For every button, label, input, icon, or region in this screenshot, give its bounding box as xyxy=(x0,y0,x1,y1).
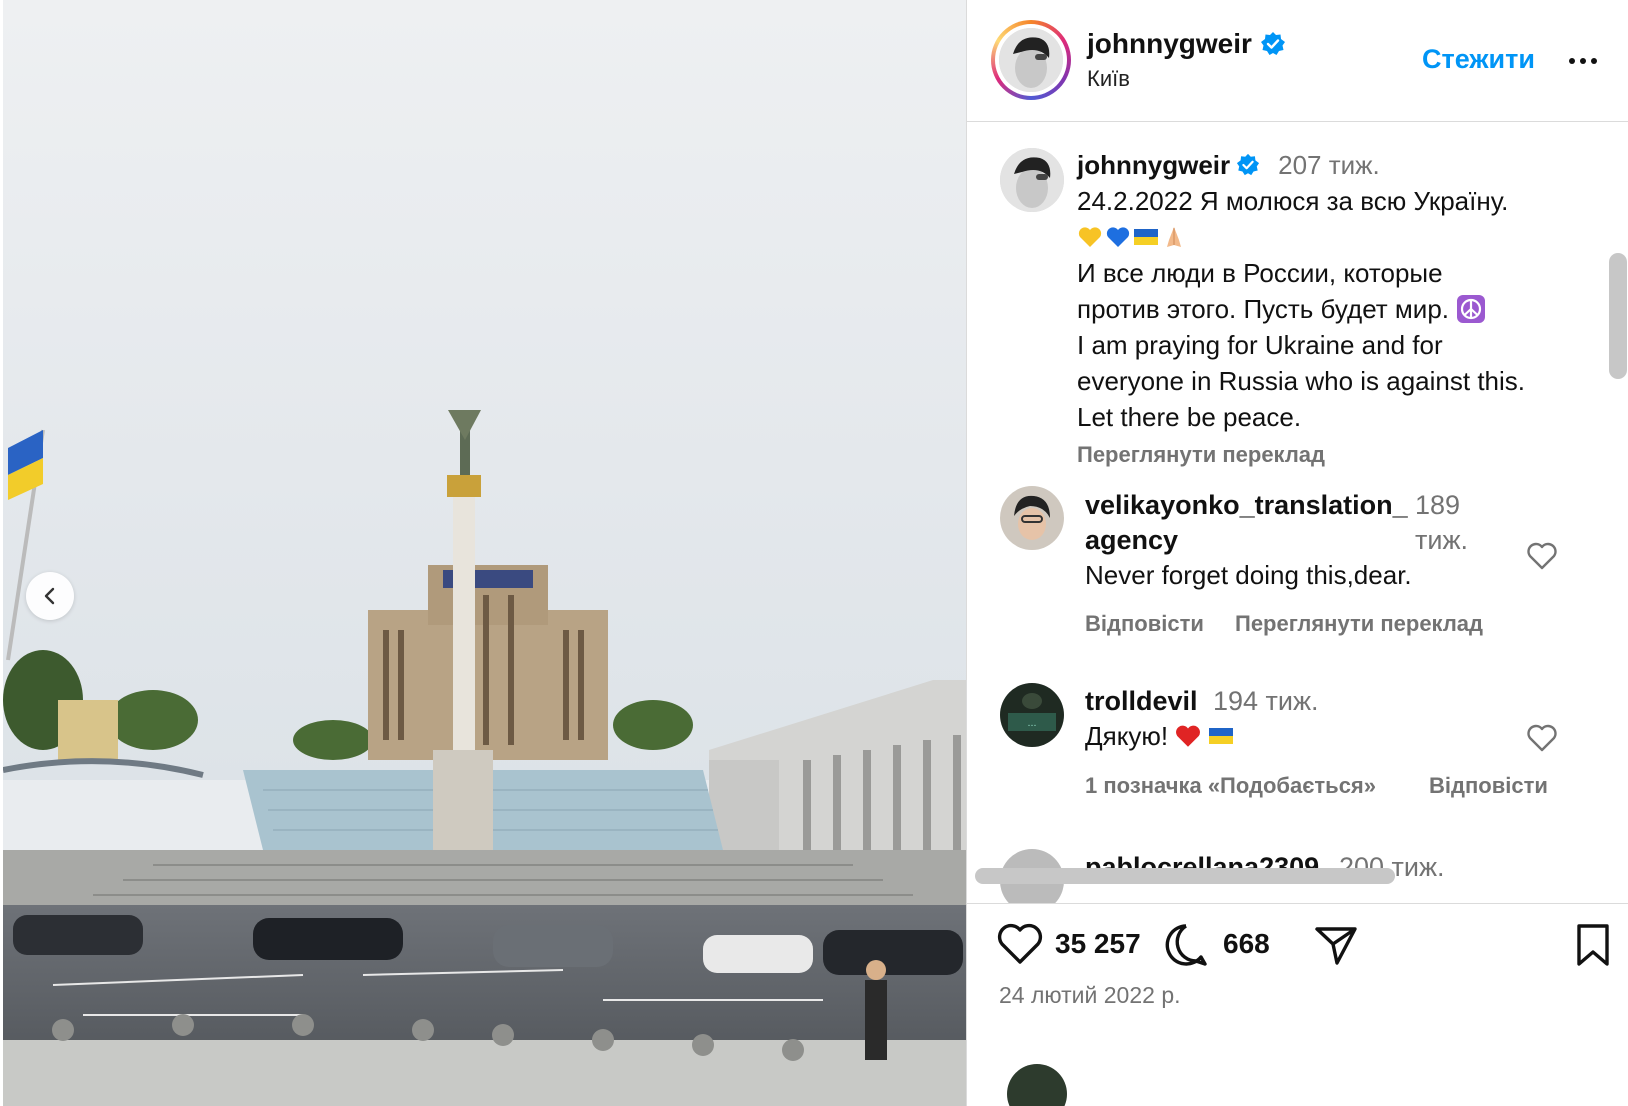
see-translation-link[interactable]: Переглянути переклад xyxy=(1235,611,1483,637)
caption-avatar[interactable] xyxy=(1000,148,1064,212)
comment-text: Дякую! xyxy=(1085,718,1234,754)
comment-username[interactable]: velikayonko_translation_ xyxy=(1085,487,1408,523)
blue-heart-icon xyxy=(1106,227,1130,247)
avatar[interactable] xyxy=(1000,486,1064,550)
caption-emoji-line xyxy=(1077,219,1597,255)
chevron-left-icon xyxy=(44,587,55,605)
like-comment-icon[interactable] xyxy=(1525,721,1559,755)
post-caption: johnnygweir 207 тиж. 24.2.2022 Я молюся … xyxy=(1077,147,1597,473)
yellow-heart-icon xyxy=(1078,227,1102,247)
post-date[interactable]: 24 лютий 2022 р. xyxy=(999,982,1181,1009)
post-author-username[interactable]: johnnygweir xyxy=(1087,28,1252,60)
caption-line: I am praying for Ukraine and for xyxy=(1077,330,1443,360)
story-ring[interactable] xyxy=(991,20,1071,100)
more-options-button[interactable] xyxy=(1563,46,1603,76)
current-user-avatar[interactable] xyxy=(1007,1064,1067,1106)
reply-button[interactable]: Відповісти xyxy=(1429,773,1548,799)
caption-line: Let there be peace. xyxy=(1077,402,1302,432)
caption-line: И все люди в России, которые xyxy=(1077,258,1443,288)
comment-username-cont[interactable]: agency xyxy=(1085,522,1178,558)
ukraine-flag-icon xyxy=(1134,229,1158,245)
post-header: johnnygweir Київ Стежити xyxy=(967,0,1628,122)
peace-icon xyxy=(1457,295,1485,323)
verified-icon xyxy=(1260,32,1285,55)
vertical-scrollbar[interactable] xyxy=(1609,253,1627,379)
post-location[interactable]: Київ xyxy=(1087,66,1130,92)
comment-time[interactable]: 189 xyxy=(1415,487,1460,523)
comment-username[interactable]: trolldevil xyxy=(1085,683,1198,719)
kyiv-square-photo xyxy=(3,0,966,1106)
bookmark-icon[interactable] xyxy=(1573,922,1613,968)
comment-icon[interactable] xyxy=(1163,922,1209,968)
previous-photo-button[interactable] xyxy=(26,572,74,620)
post-actions: 35 257 668 24 лютий 2022 р. xyxy=(967,903,1628,1106)
comment-likes-count[interactable]: 1 позначка «Подобається» xyxy=(1085,773,1376,799)
horizontal-scrollbar[interactable] xyxy=(975,868,1395,884)
share-icon[interactable] xyxy=(1313,922,1359,968)
likes-count[interactable]: 35 257 xyxy=(1055,928,1141,960)
svg-text:…: … xyxy=(1028,719,1037,729)
ukraine-flag-icon xyxy=(1209,728,1234,744)
verified-icon xyxy=(1237,153,1260,176)
caption-line-peace: против этого. Пусть будет мир. xyxy=(1077,291,1597,327)
reply-button[interactable]: Відповісти xyxy=(1085,611,1204,637)
praying-hands-icon xyxy=(1167,227,1181,247)
more-icon xyxy=(1569,58,1575,64)
see-translation-link[interactable]: Переглянути переклад xyxy=(1077,437,1597,473)
caption-line: 24.2.2022 Я молюся за всю Україну. xyxy=(1077,186,1509,216)
avatar[interactable]: … xyxy=(1000,683,1064,747)
post-photo xyxy=(0,0,966,1106)
heart-icon[interactable] xyxy=(997,922,1043,966)
caption-time[interactable]: 207 тиж. xyxy=(1278,147,1380,183)
caption-line: everyone in Russia who is against this. xyxy=(1077,366,1526,396)
caption-username[interactable]: johnnygweir xyxy=(1077,147,1230,183)
comment-time-cont[interactable]: тиж. xyxy=(1415,522,1468,558)
avatar xyxy=(999,28,1063,92)
follow-button[interactable]: Стежити xyxy=(1422,44,1535,75)
comments-list[interactable]: johnnygweir 207 тиж. 24.2.2022 Я молюся … xyxy=(967,123,1628,903)
red-heart-icon xyxy=(1176,725,1201,747)
comment-time[interactable]: 194 тиж. xyxy=(1213,683,1319,719)
comment-text: Never forget doing this,dear. xyxy=(1085,560,1412,590)
post-details-panel: johnnygweir Київ Стежити johnnygweir 207… xyxy=(966,0,1628,1106)
comments-count[interactable]: 668 xyxy=(1223,928,1270,960)
like-comment-icon[interactable] xyxy=(1525,539,1559,573)
